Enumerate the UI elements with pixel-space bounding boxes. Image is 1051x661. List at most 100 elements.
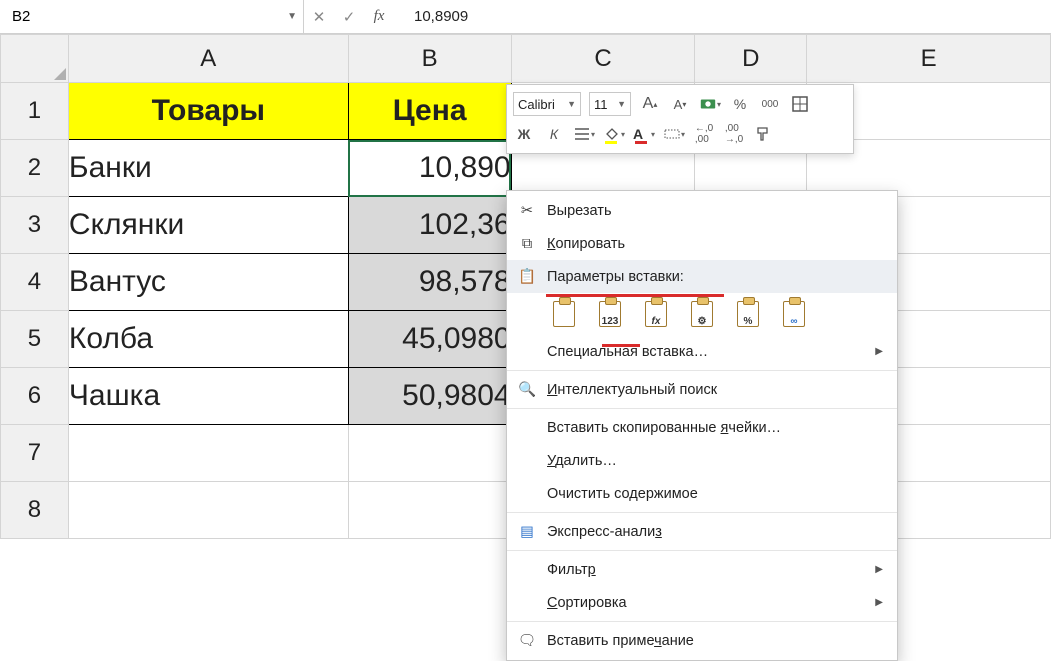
increase-font-icon[interactable]: A▴	[639, 93, 661, 115]
fx-icon[interactable]: fx	[364, 0, 394, 33]
cell-A4[interactable]: Вантус	[68, 254, 348, 311]
row-header-3[interactable]: 3	[1, 197, 69, 254]
cell-A6[interactable]: Чашка	[68, 368, 348, 425]
col-header-D[interactable]: D	[695, 35, 807, 83]
increase-decimal-icon[interactable]: ←,0,00	[693, 123, 715, 145]
cell-A3[interactable]: Склянки	[68, 197, 348, 254]
cell-B7[interactable]	[348, 425, 511, 482]
col-header-C[interactable]: C	[511, 35, 695, 83]
row-header-5[interactable]: 5	[1, 311, 69, 368]
cell-A2[interactable]: Банки	[68, 140, 348, 197]
col-header-B[interactable]: B	[348, 35, 511, 83]
italic-button[interactable]: К	[543, 123, 565, 145]
paste-percent-icon[interactable]: %	[731, 299, 765, 329]
menu-label: Фильтр	[547, 562, 596, 578]
paste-formatting-icon[interactable]: ⚙	[685, 299, 719, 329]
row-header-1[interactable]: 1	[1, 83, 69, 140]
menu-insert-copied[interactable]: Вставить скопированные ячейки…	[507, 411, 897, 444]
currency-format-icon[interactable]: ▾	[699, 93, 721, 115]
font-size: 11	[594, 97, 608, 112]
cell-B2[interactable]: 10,890	[348, 140, 511, 197]
chevron-down-icon: ▾	[621, 130, 625, 139]
cell-B8[interactable]	[348, 482, 511, 539]
row-header-4[interactable]: 4	[1, 254, 69, 311]
fill-color-icon[interactable]: ▾	[603, 123, 625, 145]
decrease-font-icon[interactable]: A▾	[669, 93, 691, 115]
menu-label: Вырезать	[547, 203, 612, 219]
annotation-underline	[546, 294, 724, 297]
menu-separator	[507, 550, 897, 551]
cell-B4[interactable]: 98,578	[348, 254, 511, 311]
cell-A7[interactable]	[68, 425, 348, 482]
row-header-8[interactable]: 8	[1, 482, 69, 539]
cell-A8[interactable]	[68, 482, 348, 539]
menu-separator	[507, 408, 897, 409]
mini-toolbar: Calibri▼ 11▼ A▴ A▾ ▾ % 000 Ж К ▾ ▾ A▾ ▾ …	[506, 84, 854, 154]
font-selector[interactable]: Calibri▼	[513, 92, 581, 116]
paste-values-icon[interactable]: 123	[593, 299, 627, 329]
quick-analysis-icon: ▤	[517, 524, 537, 540]
cell-A5[interactable]: Колба	[68, 311, 348, 368]
menu-filter[interactable]: Фильтр ▶	[507, 553, 897, 586]
paste-link-icon[interactable]: ∞	[777, 299, 811, 329]
menu-label: Экспресс-анализ	[547, 524, 662, 540]
menu-delete[interactable]: Удалить…	[507, 444, 897, 477]
formula-value[interactable]: 10,8909	[394, 8, 468, 25]
paste-all-icon[interactable]	[547, 299, 581, 329]
menu-cut[interactable]: ✂ Вырезать	[507, 194, 897, 227]
spreadsheet-grid: A B C D E 1 Товары Цена 2 Банки 10,890 3…	[0, 34, 1051, 539]
menu-label: Копировать	[547, 236, 625, 252]
cell-B6[interactable]: 50,9804	[348, 368, 511, 425]
bold-button[interactable]: Ж	[513, 123, 535, 145]
submenu-arrow-icon: ▶	[875, 597, 883, 608]
menu-separator	[507, 512, 897, 513]
menu-comment[interactable]: 🗨 Вставить примечание	[507, 624, 897, 657]
submenu-arrow-icon: ▶	[875, 564, 883, 575]
name-box-dropdown-icon[interactable]: ▼	[287, 11, 297, 22]
menu-label: Интеллектуальный поиск	[547, 382, 717, 398]
paste-formulas-icon[interactable]: fx	[639, 299, 673, 329]
search-icon: 🔍	[517, 381, 537, 398]
borders-icon[interactable]	[789, 93, 811, 115]
font-color-icon[interactable]: A▾	[633, 123, 655, 145]
submenu-arrow-icon: ▶	[875, 346, 883, 357]
cell-B5[interactable]: 45,0980	[348, 311, 511, 368]
menu-label: Удалить…	[547, 453, 617, 469]
menu-quick-analysis[interactable]: ▤ Экспресс-анализ	[507, 515, 897, 548]
menu-clear[interactable]: Очистить содержимое	[507, 477, 897, 510]
col-header-E[interactable]: E	[807, 35, 1051, 83]
cell-A1[interactable]: Товары	[68, 83, 348, 140]
percent-format-icon[interactable]: %	[729, 93, 751, 115]
menu-sort[interactable]: Сортировка ▶	[507, 586, 897, 619]
col-header-A[interactable]: A	[68, 35, 348, 83]
cancel-formula-icon[interactable]: ✕	[304, 0, 334, 33]
chevron-down-icon: ▼	[617, 99, 626, 109]
menu-paste-special[interactable]: Специальная вставка… ▶	[507, 335, 897, 368]
thousands-format-icon[interactable]: 000	[759, 93, 781, 115]
name-box[interactable]: ▼	[0, 0, 304, 33]
cell-B3[interactable]: 102,36	[348, 197, 511, 254]
menu-label: Вставить скопированные ячейки…	[547, 420, 781, 436]
decrease-decimal-icon[interactable]: ,00→,0	[723, 123, 745, 145]
row-header-7[interactable]: 7	[1, 425, 69, 482]
accept-formula-icon[interactable]: ✓	[334, 0, 364, 33]
row-header-6[interactable]: 6	[1, 368, 69, 425]
chevron-down-icon: ▾	[591, 130, 595, 139]
chevron-down-icon: ▼	[567, 99, 576, 109]
align-icon[interactable]: ▾	[573, 123, 595, 145]
font-size-selector[interactable]: 11 ▼	[589, 92, 631, 116]
cell-B1[interactable]: Цена	[348, 83, 511, 140]
merge-icon[interactable]: ▾	[663, 123, 685, 145]
name-box-input[interactable]	[10, 7, 293, 26]
menu-label: Параметры вставки:	[547, 269, 684, 285]
menu-label: Очистить содержимое	[547, 486, 698, 502]
menu-paste-options-header: 📋 Параметры вставки:	[507, 260, 897, 293]
menu-smart-lookup[interactable]: 🔍 Интеллектуальный поиск	[507, 373, 897, 406]
select-all-corner[interactable]	[1, 35, 69, 83]
format-painter-icon[interactable]	[753, 123, 775, 145]
row-header-2[interactable]: 2	[1, 140, 69, 197]
annotation-underline	[602, 344, 640, 347]
copy-icon: ⧉	[517, 236, 537, 252]
menu-copy[interactable]: ⧉ Копировать	[507, 227, 897, 260]
clipboard-icon: 📋	[517, 268, 537, 285]
